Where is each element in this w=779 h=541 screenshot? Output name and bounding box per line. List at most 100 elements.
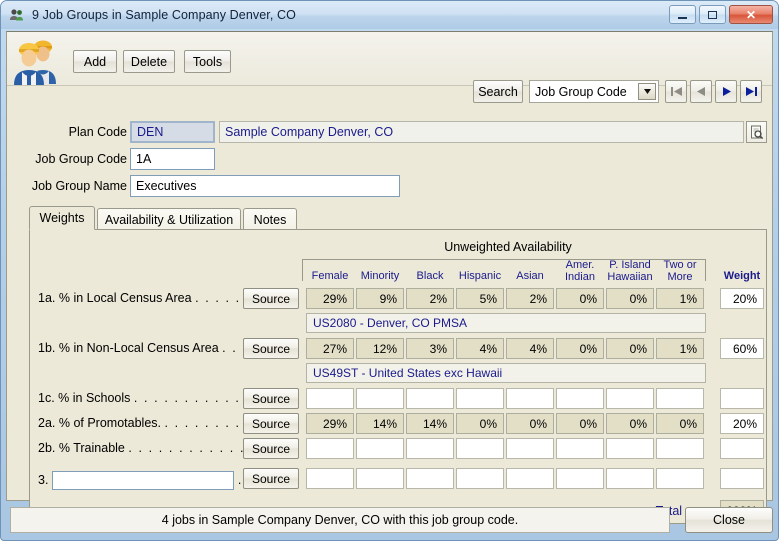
search-button[interactable]: Search [473,80,523,103]
cell-3-weight[interactable] [720,468,764,489]
cell-1c-female[interactable] [306,388,354,409]
cell-2a-weight[interactable]: 20% [720,413,764,434]
cell-1c-twoormore[interactable] [656,388,704,409]
cell-3-black[interactable] [406,468,454,489]
source-button-1b[interactable]: Source [243,338,299,359]
cell-2b-twoormore[interactable] [656,438,704,459]
cell-1a-female[interactable]: 29% [306,288,354,309]
cell-2b-asian[interactable] [506,438,554,459]
cell-1b-hispanic[interactable]: 4% [456,338,504,359]
cell-1c-weight[interactable] [720,388,764,409]
column-header-weight: Weight [723,270,761,282]
delete-button[interactable]: Delete [123,50,175,73]
source-button-1c[interactable]: Source [243,388,299,409]
cell-3-amerindian[interactable] [556,468,604,489]
column-header-line: Minority [360,270,400,282]
cell-1a-pislandhawaiian[interactable]: 0% [606,288,654,309]
job-group-name-input[interactable]: Executives [130,175,400,197]
tab-availability-utilization[interactable]: Availability & Utilization [97,208,241,230]
cell-2b-black[interactable] [406,438,454,459]
plan-code-field[interactable]: DEN [130,121,215,143]
row-label-3: 3. . . . [38,471,263,490]
cell-1b-amerindian[interactable]: 0% [556,338,604,359]
row-label-input[interactable] [51,471,234,490]
cell-1a-weight[interactable]: 20% [720,288,764,309]
chevron-down-icon[interactable] [638,83,656,100]
cell-3-minority[interactable] [356,468,404,489]
next-record-icon[interactable] [715,80,737,103]
two-workers-icon [10,32,66,86]
cell-2a-hispanic[interactable]: 0% [456,413,504,434]
cell-2a-female[interactable]: 29% [306,413,354,434]
source-button-1a[interactable]: Source [243,288,299,309]
add-button[interactable]: Add [73,50,117,73]
tools-button[interactable]: Tools [184,50,231,73]
cell-2a-amerindian[interactable]: 0% [556,413,604,434]
cell-2b-minority[interactable] [356,438,404,459]
row-label-text: % in Local Census Area [58,291,196,305]
column-header-line: Female [311,270,349,282]
cell-1b-minority[interactable]: 12% [356,338,404,359]
cell-1b-twoormore[interactable]: 1% [656,338,704,359]
column-header-line: P. Island [609,259,651,271]
cell-1a-hispanic[interactable]: 5% [456,288,504,309]
cell-2a-pislandhawaiian[interactable]: 0% [606,413,654,434]
cell-1c-asian[interactable] [506,388,554,409]
cell-1a-amerindian[interactable]: 0% [556,288,604,309]
row-number: 2a. [38,416,59,430]
plan-name-display: Sample Company Denver, CO [219,121,744,143]
tab-weights[interactable]: Weights [29,206,95,230]
source-button-2b[interactable]: Source [243,438,299,459]
cell-1b-female[interactable]: 27% [306,338,354,359]
cell-2a-twoormore[interactable]: 0% [656,413,704,434]
tab-notes[interactable]: Notes [243,208,297,230]
cell-3-female[interactable] [306,468,354,489]
column-header-line: Hispanic [458,270,502,282]
cell-1b-weight[interactable]: 60% [720,338,764,359]
cell-1a-black[interactable]: 2% [406,288,454,309]
column-header-line: Two or [663,259,697,271]
cell-1b-pislandhawaiian[interactable]: 0% [606,338,654,359]
job-group-name-label: Job Group Name [31,179,127,193]
cell-1c-pislandhawaiian[interactable] [606,388,654,409]
row-number: 2b. [38,441,59,455]
cell-2a-minority[interactable]: 14% [356,413,404,434]
close-button[interactable]: Close [685,507,773,533]
status-message: 4 jobs in Sample Company Denver, CO with… [10,507,670,533]
close-icon: ✕ [745,7,757,22]
first-record-icon[interactable] [665,80,687,103]
status-bar: 4 jobs in Sample Company Denver, CO with… [6,504,773,536]
cell-1b-black[interactable]: 3% [406,338,454,359]
cell-1c-hispanic[interactable] [456,388,504,409]
minimize-button[interactable] [669,5,696,24]
cell-2b-pislandhawaiian[interactable] [606,438,654,459]
cell-2b-weight[interactable] [720,438,764,459]
cell-2b-hispanic[interactable] [456,438,504,459]
cell-3-twoormore[interactable] [656,468,704,489]
column-header-line: Indian [565,270,595,283]
document-search-icon[interactable] [746,121,767,143]
cell-2b-female[interactable] [306,438,354,459]
cell-1a-twoormore[interactable]: 1% [656,288,704,309]
source-button-3[interactable]: Source [243,468,299,489]
cell-1b-asian[interactable]: 4% [506,338,554,359]
source-button-2a[interactable]: Source [243,413,299,434]
cell-3-pislandhawaiian[interactable] [606,468,654,489]
close-window-button[interactable]: ✕ [729,5,773,24]
cell-2a-asian[interactable]: 0% [506,413,554,434]
job-group-code-input[interactable]: 1A [130,148,215,170]
previous-record-icon[interactable] [690,80,712,103]
cell-1c-minority[interactable] [356,388,404,409]
cell-3-asian[interactable] [506,468,554,489]
maximize-button[interactable] [699,5,726,24]
cell-1a-minority[interactable]: 9% [356,288,404,309]
cell-1a-asian[interactable]: 2% [506,288,554,309]
cell-1c-amerindian[interactable] [556,388,604,409]
cell-2b-amerindian[interactable] [556,438,604,459]
cell-2a-black[interactable]: 14% [406,413,454,434]
cell-3-hispanic[interactable] [456,468,504,489]
column-header-p-island: P. Island Hawaiian [606,259,654,283]
cell-1c-black[interactable] [406,388,454,409]
last-record-icon[interactable] [740,80,762,103]
search-field-select[interactable]: Job Group Code [529,80,659,103]
